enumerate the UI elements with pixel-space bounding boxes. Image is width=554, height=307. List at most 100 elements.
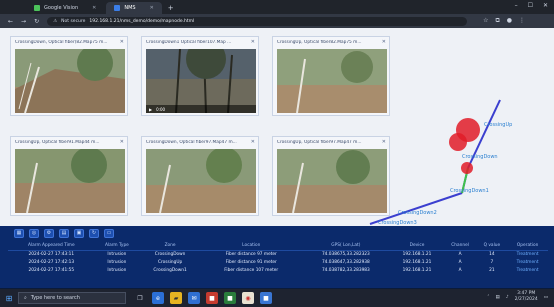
alarm-marker[interactable] — [449, 133, 467, 151]
table-row[interactable]: 2024-02-27 17:41:55 Intrusion CrossingDo… — [8, 266, 548, 274]
edge-icon[interactable]: e — [152, 292, 164, 304]
refresh-icon[interactable]: ↻ — [89, 228, 99, 238]
app-icon[interactable]: ■ — [224, 292, 236, 304]
cell-device: 192.168.1.21 — [402, 267, 432, 273]
volume-icon[interactable]: ♪ — [506, 295, 509, 300]
folder-icon[interactable]: ▰ — [170, 292, 182, 304]
treatment-link[interactable]: Treatment — [507, 258, 548, 266]
favicon-icon — [114, 5, 121, 11]
video-thumb[interactable]: CrossingUp, Optical fiber97.Map47 m... ✕ — [272, 136, 390, 216]
notification-icon[interactable]: ▭ — [544, 295, 548, 300]
thumb-title: CrossingUp, Optical fiber82.Map75 m... — [277, 40, 362, 45]
minimize-icon[interactable]: – — [515, 2, 518, 9]
close-icon[interactable]: ✕ — [382, 39, 386, 45]
camera-image — [277, 149, 387, 213]
tab-google-vision[interactable]: Google Vision ✕ — [26, 2, 104, 14]
clock[interactable]: 3:47 PM 2/27/2024 — [515, 291, 538, 303]
thumb-title: CrossingUp, Optical fiber91.Map44 m... — [15, 140, 100, 145]
close-icon[interactable]: ✕ — [150, 5, 154, 11]
table-row[interactable]: 2024-02-27 17:43:11 Intrusion CrossingDo… — [8, 250, 548, 258]
col-header[interactable]: Alarm Appeared Time — [8, 241, 95, 251]
col-header[interactable]: Location — [201, 241, 302, 251]
taskbar-search[interactable]: ⌕ Type here to search — [18, 292, 126, 304]
address-bar: ← → ↻ ⚠ Not secure 192.168.1.21/nms_demo… — [0, 14, 554, 28]
video-thumb[interactable]: CrossingDown, Optical fiber(82.Map75 m..… — [10, 36, 128, 116]
screen-icon[interactable]: ▭ — [104, 228, 114, 238]
extension-icon[interactable]: ⧉ — [495, 17, 499, 25]
chevron-up-icon[interactable]: ˄ — [487, 295, 489, 300]
menu-icon[interactable]: ⋮ — [519, 17, 525, 25]
col-header[interactable]: GPS( Lon,Lat) — [301, 241, 391, 251]
thumb-title: CrossingDown, Optical fiber(82.Map75 m..… — [15, 40, 108, 45]
close-icon[interactable]: ✕ — [382, 139, 386, 145]
chrome-icon[interactable]: ◉ — [242, 292, 254, 304]
camera-image — [277, 49, 387, 113]
close-window-icon[interactable]: ✕ — [543, 2, 548, 9]
camera-image — [146, 149, 256, 213]
layers-icon[interactable]: ▤ — [59, 228, 69, 238]
treatment-link[interactable]: Treatment — [507, 266, 548, 274]
warning-icon: ⚠ — [53, 18, 58, 24]
cell-qvalue: 21 — [489, 267, 495, 273]
close-icon[interactable]: ✕ — [251, 39, 255, 45]
tab-label: NMS — [124, 5, 136, 11]
reload-icon[interactable]: ↻ — [34, 18, 39, 25]
back-icon[interactable]: ← — [8, 18, 13, 25]
col-header[interactable]: Channel — [443, 241, 477, 251]
close-icon[interactable]: ✕ — [120, 139, 124, 145]
col-header[interactable]: Alarm Type — [94, 241, 140, 251]
col-header[interactable]: Device — [390, 241, 444, 251]
system-tray: ˄ ▤ ♪ 3:47 PM 2/27/2024 ▭ — [487, 291, 548, 303]
settings-icon[interactable]: ⚙ — [44, 228, 54, 238]
col-header[interactable]: Q value — [476, 241, 508, 251]
star-icon[interactable]: ☆ — [483, 17, 488, 25]
treatment-link[interactable]: Treatment — [507, 250, 548, 258]
url-field[interactable]: ⚠ Not secure 192.168.1.21/nms_demo/demo/… — [47, 16, 468, 26]
col-header[interactable]: Zone — [139, 241, 202, 251]
url-text: 192.168.1.21/nms_demo/demo/mapnode.html — [89, 18, 195, 24]
map-canvas[interactable]: CrossingUp CrossingDown CrossingDown1 Cr… — [0, 28, 554, 228]
map-label-crossing-down2: CrossingDown2 — [398, 210, 437, 216]
search-icon: ⌕ — [24, 295, 27, 301]
camera-icon[interactable]: ▣ — [74, 228, 84, 238]
target-icon[interactable]: ◎ — [29, 228, 39, 238]
grid-icon[interactable]: ▦ — [14, 228, 24, 238]
video-thumb[interactable]: CrossingDown1 Optical fiber107.Map ... ✕… — [141, 36, 259, 116]
cell-channel: A — [458, 259, 462, 265]
cell-gps: 74.038782,33.283983 — [321, 267, 370, 273]
maximize-icon[interactable]: ☐ — [528, 2, 533, 9]
video-thumb[interactable]: CrossingUp, Optical fiber91.Map44 m... ✕ — [10, 136, 128, 216]
cell-device: 192.168.1.21 — [402, 251, 432, 257]
cell-location: Fiber distance 107 meter — [224, 267, 279, 273]
close-icon[interactable]: ✕ — [120, 39, 124, 45]
new-tab-button[interactable]: + — [168, 2, 174, 14]
forward-icon[interactable]: → — [21, 18, 26, 25]
windows-start-icon[interactable]: ⊞ — [0, 289, 18, 307]
video-thumb[interactable]: CrossingDown, Optical fiber97.Map47 m...… — [141, 136, 259, 216]
close-icon[interactable]: ✕ — [251, 139, 255, 145]
cell-zone: CrossingDown — [154, 251, 186, 257]
video-thumb[interactable]: CrossingUp, Optical fiber82.Map75 m... ✕ — [272, 36, 390, 116]
app-icon[interactable]: ■ — [206, 292, 218, 304]
cell-qvalue: 14 — [489, 251, 495, 257]
alarm-marker[interactable] — [461, 162, 473, 174]
profile-icon[interactable]: ● — [507, 17, 512, 25]
extensions: ☆ ⧉ ● ⋮ — [483, 17, 525, 25]
favicon-icon — [34, 5, 40, 11]
app-icon[interactable]: ■ — [260, 292, 272, 304]
col-header[interactable]: Operation — [507, 241, 548, 251]
task-view-icon[interactable]: ❐ — [134, 292, 146, 304]
tab-label: Google Vision — [44, 5, 79, 11]
cell-zone: CrossingDown1 — [153, 267, 187, 273]
tab-nms[interactable]: NMS ✕ — [106, 2, 162, 14]
taskbar-apps: ❐ e ▰ ✉ ■ ■ ◉ ■ — [134, 292, 272, 304]
cell-gps: 74.038675,33.282323 — [321, 251, 370, 257]
cell-location: Fiber distance 97 meter — [225, 251, 277, 257]
network-icon[interactable]: ▤ — [496, 295, 500, 300]
mail-icon[interactable]: ✉ — [188, 292, 200, 304]
close-icon[interactable]: ✕ — [92, 5, 96, 11]
table-row[interactable]: 2024-02-27 17:42:13 Intrusion CrossingUp… — [8, 258, 548, 266]
cell-type: Intrusion — [107, 251, 127, 257]
map-label-crossing-up: CrossingUp — [484, 122, 513, 128]
play-icon[interactable]: ▶ — [149, 107, 152, 112]
